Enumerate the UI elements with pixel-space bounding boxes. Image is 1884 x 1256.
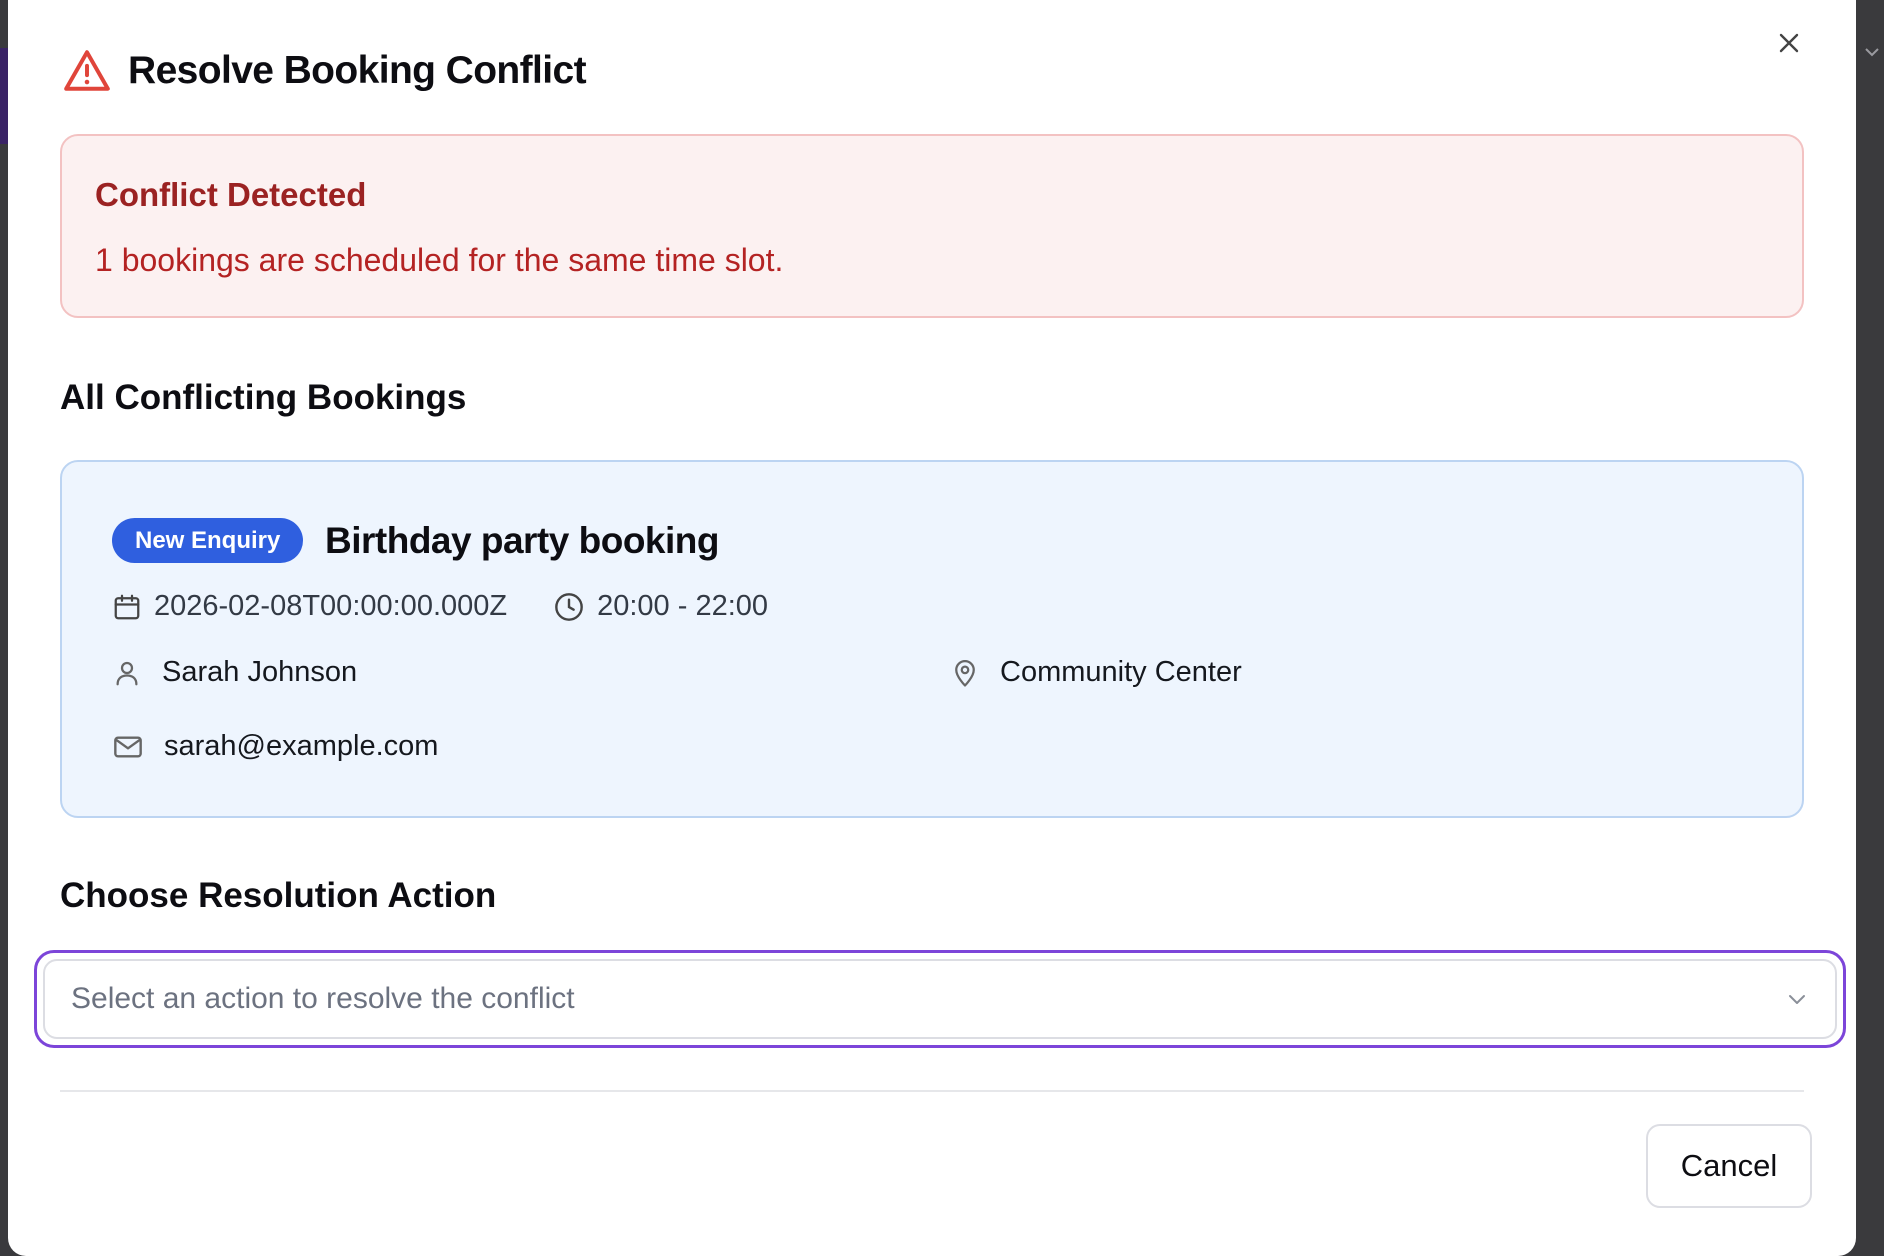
status-badge: New Enquiry [112,518,304,563]
resolution-action-select[interactable]: Select an action to resolve the conflict [43,959,1837,1039]
customer-email: sarah@example.com [164,730,439,762]
conflict-alert: Conflict Detected 1 bookings are schedul… [60,134,1804,318]
close-icon [1779,33,1799,53]
booking-date: 2026-02-08T00:00:00.000Z [154,590,508,622]
background-app-edge [0,48,8,144]
select-placeholder: Select an action to resolve the conflict [71,982,575,1015]
dialog-title: Resolve Booking Conflict [128,49,587,92]
booking-customer-row: Sarah Johnson [112,656,357,689]
booking-card: New Enquiry Birthday party booking 2026-… [60,460,1804,818]
customer-name: Sarah Johnson [162,656,358,688]
resolution-heading: Choose Resolution Action [60,876,497,915]
alert-message: 1 bookings are scheduled for the same ti… [95,242,784,278]
booking-time: 20:00 - 22:00 [597,590,769,622]
map-pin-icon [955,659,975,687]
user-icon [116,661,138,685]
resolve-conflict-dialog: Resolve Booking Conflict Conflict Detect… [8,0,1856,1256]
booking-title: Birthday party booking [325,520,719,561]
calendar-icon [114,594,140,619]
alert-triangle-icon [62,46,112,96]
chevron-down-icon [1789,995,1805,1004]
booking-location-row: Community Center [950,656,1242,689]
close-button[interactable] [1772,26,1806,60]
booking-email-row: sarah@example.com [112,730,438,763]
booking-datetime-row: 2026-02-08T00:00:00.000Z 20:00 - 22:00 [112,590,768,623]
booking-location: Community Center [1000,656,1242,688]
chevron-down-icon [1865,48,1879,57]
resolution-select-focus-ring: Select an action to resolve the conflict [34,950,1846,1048]
alert-title: Conflict Detected [95,176,367,213]
cancel-button[interactable]: Cancel [1646,1124,1812,1208]
clock-icon [555,592,583,621]
mail-icon [114,735,142,758]
footer-divider [60,1090,1804,1092]
dialog-header: Resolve Booking Conflict [62,46,587,96]
conflicting-bookings-heading: All Conflicting Bookings [60,378,467,417]
